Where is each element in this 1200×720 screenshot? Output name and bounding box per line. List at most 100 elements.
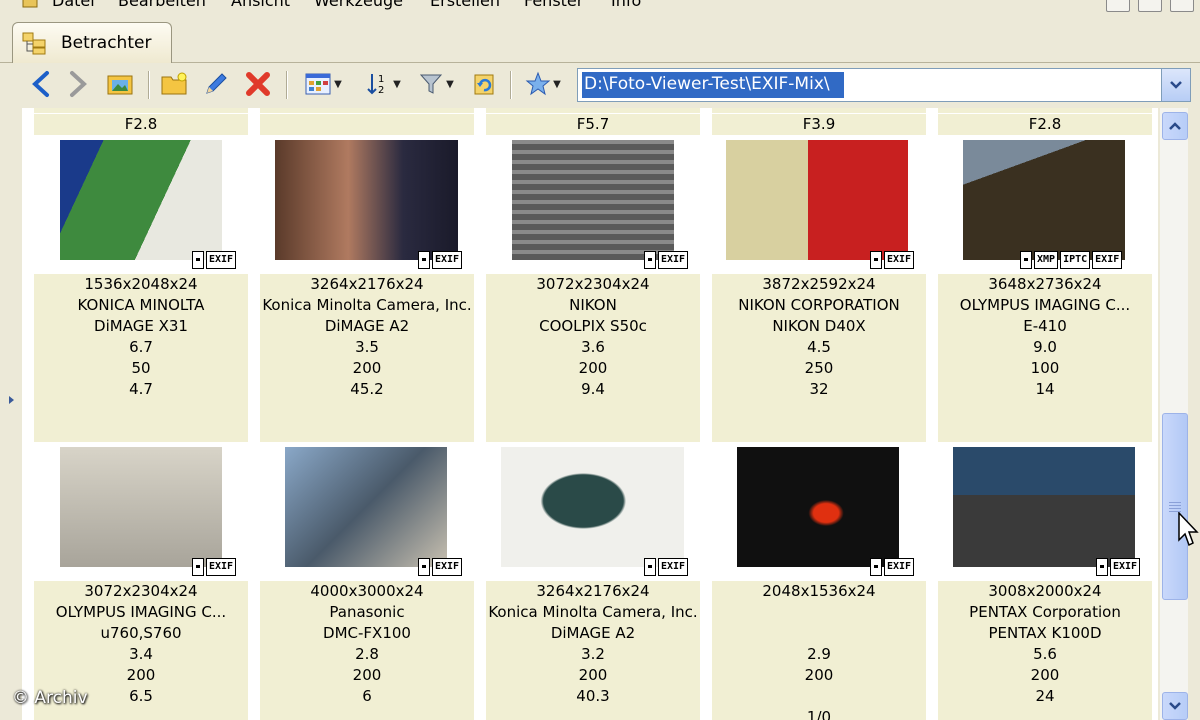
- maximize-button[interactable]: [1138, 0, 1162, 12]
- exif-make: NIKON: [486, 295, 700, 317]
- exif-model: DiMAGE X31: [34, 316, 248, 338]
- select-box-icon[interactable]: [644, 251, 656, 269]
- open-folder-button[interactable]: [104, 68, 136, 100]
- metadata-badges: EXIF: [870, 251, 915, 269]
- exif-model: DiMAGE A2: [486, 623, 700, 645]
- exif-v2: 200: [938, 665, 1152, 687]
- exif-model: PENTAX K100D: [938, 623, 1152, 645]
- arrow-right-icon: [70, 71, 87, 97]
- exif-make: NIKON CORPORATION: [712, 295, 926, 317]
- tab-betrachter[interactable]: Betrachter: [12, 22, 172, 63]
- select-box-icon[interactable]: [418, 251, 430, 269]
- menu-info[interactable]: Info: [611, 0, 641, 10]
- refresh-button[interactable]: [468, 68, 500, 100]
- exif-cell: [34, 400, 248, 422]
- badge-xmp: XMP: [1034, 251, 1059, 269]
- exif-v3: [712, 686, 926, 708]
- badge-exif: EXIF: [884, 251, 915, 269]
- menu-ansicht[interactable]: Ansicht: [231, 0, 290, 10]
- badge-exif: EXIF: [432, 251, 463, 269]
- thumbnail-grid: F2.8 F5.7 F3.9 F2.8 EXIF 1536x2048x24 KONICA M…: [22, 108, 1158, 720]
- menu-werkzeuge[interactable]: Werkzeuge: [314, 0, 403, 10]
- exif-v3: 14: [938, 379, 1152, 401]
- rename-button[interactable]: [200, 68, 232, 100]
- path-dropdown-button[interactable]: [1161, 69, 1190, 101]
- select-box-icon[interactable]: [870, 558, 882, 576]
- favorites-button[interactable]: ▼: [520, 68, 566, 100]
- select-box-icon[interactable]: [192, 251, 204, 269]
- new-folder-button[interactable]: [158, 68, 190, 100]
- select-box-icon[interactable]: [870, 251, 882, 269]
- photo-thumbnail[interactable]: [60, 447, 222, 567]
- path-combobox[interactable]: [577, 68, 1191, 102]
- side-panel-grip[interactable]: [8, 370, 16, 430]
- exif-v1: 2.9: [712, 644, 926, 666]
- view-mode-button[interactable]: ▼: [296, 68, 350, 100]
- badge-iptc: IPTC: [1060, 251, 1091, 269]
- vertical-scrollbar[interactable]: [1160, 108, 1188, 720]
- exif-v3: 9.4: [486, 379, 700, 401]
- scroll-thumb[interactable]: [1162, 413, 1188, 600]
- exif-res: 3264x2176x24: [486, 581, 700, 603]
- close-button[interactable]: [1170, 0, 1194, 12]
- sort-button[interactable]: 12 ▼: [360, 68, 406, 100]
- exif-v3: 24: [938, 686, 1152, 708]
- photo-thumbnail[interactable]: [726, 140, 908, 260]
- minimize-button[interactable]: [1106, 0, 1130, 12]
- exif-res: 4000x3000x24: [260, 581, 474, 603]
- select-box-icon[interactable]: [1096, 558, 1108, 576]
- photo-thumbnail[interactable]: [963, 140, 1125, 260]
- metadata-badges: EXIF: [644, 558, 689, 576]
- forward-button[interactable]: [63, 68, 93, 100]
- select-box-icon[interactable]: [192, 558, 204, 576]
- exif-v2: 200: [712, 665, 926, 687]
- exif-v1: 3.6: [486, 337, 700, 359]
- exif-make: Konica Minolta Camera, Inc.: [486, 602, 700, 624]
- delete-button[interactable]: [242, 68, 274, 100]
- exif-cell: [34, 707, 248, 720]
- watermark: © Archiv: [12, 688, 88, 708]
- photo-thumbnail[interactable]: [285, 447, 447, 567]
- delete-icon: [246, 72, 270, 96]
- exif-cell: [260, 114, 474, 136]
- badge-exif: EXIF: [206, 251, 237, 269]
- exif-cell: [260, 707, 474, 720]
- photo-thumbnail[interactable]: [60, 140, 222, 260]
- menu-bearbeiten[interactable]: Bearbeiten: [118, 0, 206, 10]
- badge-exif: EXIF: [658, 558, 689, 576]
- photo-thumbnail[interactable]: [501, 447, 684, 567]
- exif-v3: 4.7: [34, 379, 248, 401]
- menu-erstellen[interactable]: Erstellen: [430, 0, 500, 10]
- photo-thumbnail[interactable]: [737, 447, 899, 567]
- exif-cell: [938, 707, 1152, 720]
- back-button[interactable]: [26, 68, 56, 100]
- scroll-up-button[interactable]: [1162, 112, 1188, 140]
- folder-image-icon: [107, 75, 133, 95]
- badge-exif: EXIF: [1092, 251, 1123, 269]
- photo-thumbnail[interactable]: [275, 140, 458, 260]
- select-box-icon[interactable]: [418, 558, 430, 576]
- exif-v3: 32: [712, 379, 926, 401]
- scroll-down-button[interactable]: [1162, 692, 1188, 720]
- exif-model: COOLPIX S50c: [486, 316, 700, 338]
- exif-make: KONICA MINOLTA: [34, 295, 248, 317]
- menu-fenster[interactable]: Fenster: [524, 0, 583, 10]
- exif-model: u760,S760: [34, 623, 248, 645]
- badge-exif: EXIF: [1110, 558, 1141, 576]
- photo-thumbnail[interactable]: [953, 447, 1135, 567]
- exif-model: NIKON D40X: [712, 316, 926, 338]
- select-box-icon[interactable]: [1020, 251, 1032, 269]
- menu-datei[interactable]: Datei: [52, 0, 95, 10]
- select-box-icon[interactable]: [644, 558, 656, 576]
- exif-v2: 200: [34, 665, 248, 687]
- exif-v2: 200: [260, 665, 474, 687]
- exif-v1: 6.7: [34, 337, 248, 359]
- exif-make: Panasonic: [260, 602, 474, 624]
- exif-make: OLYMPUS IMAGING C...: [34, 602, 248, 624]
- exif-cell: F5.7: [486, 114, 700, 136]
- filter-button[interactable]: ▼: [412, 68, 460, 100]
- metadata-badges: EXIF: [1096, 558, 1141, 576]
- path-input[interactable]: [580, 71, 1160, 97]
- photo-thumbnail[interactable]: [512, 140, 674, 260]
- exif-make: PENTAX Corporation: [938, 602, 1152, 624]
